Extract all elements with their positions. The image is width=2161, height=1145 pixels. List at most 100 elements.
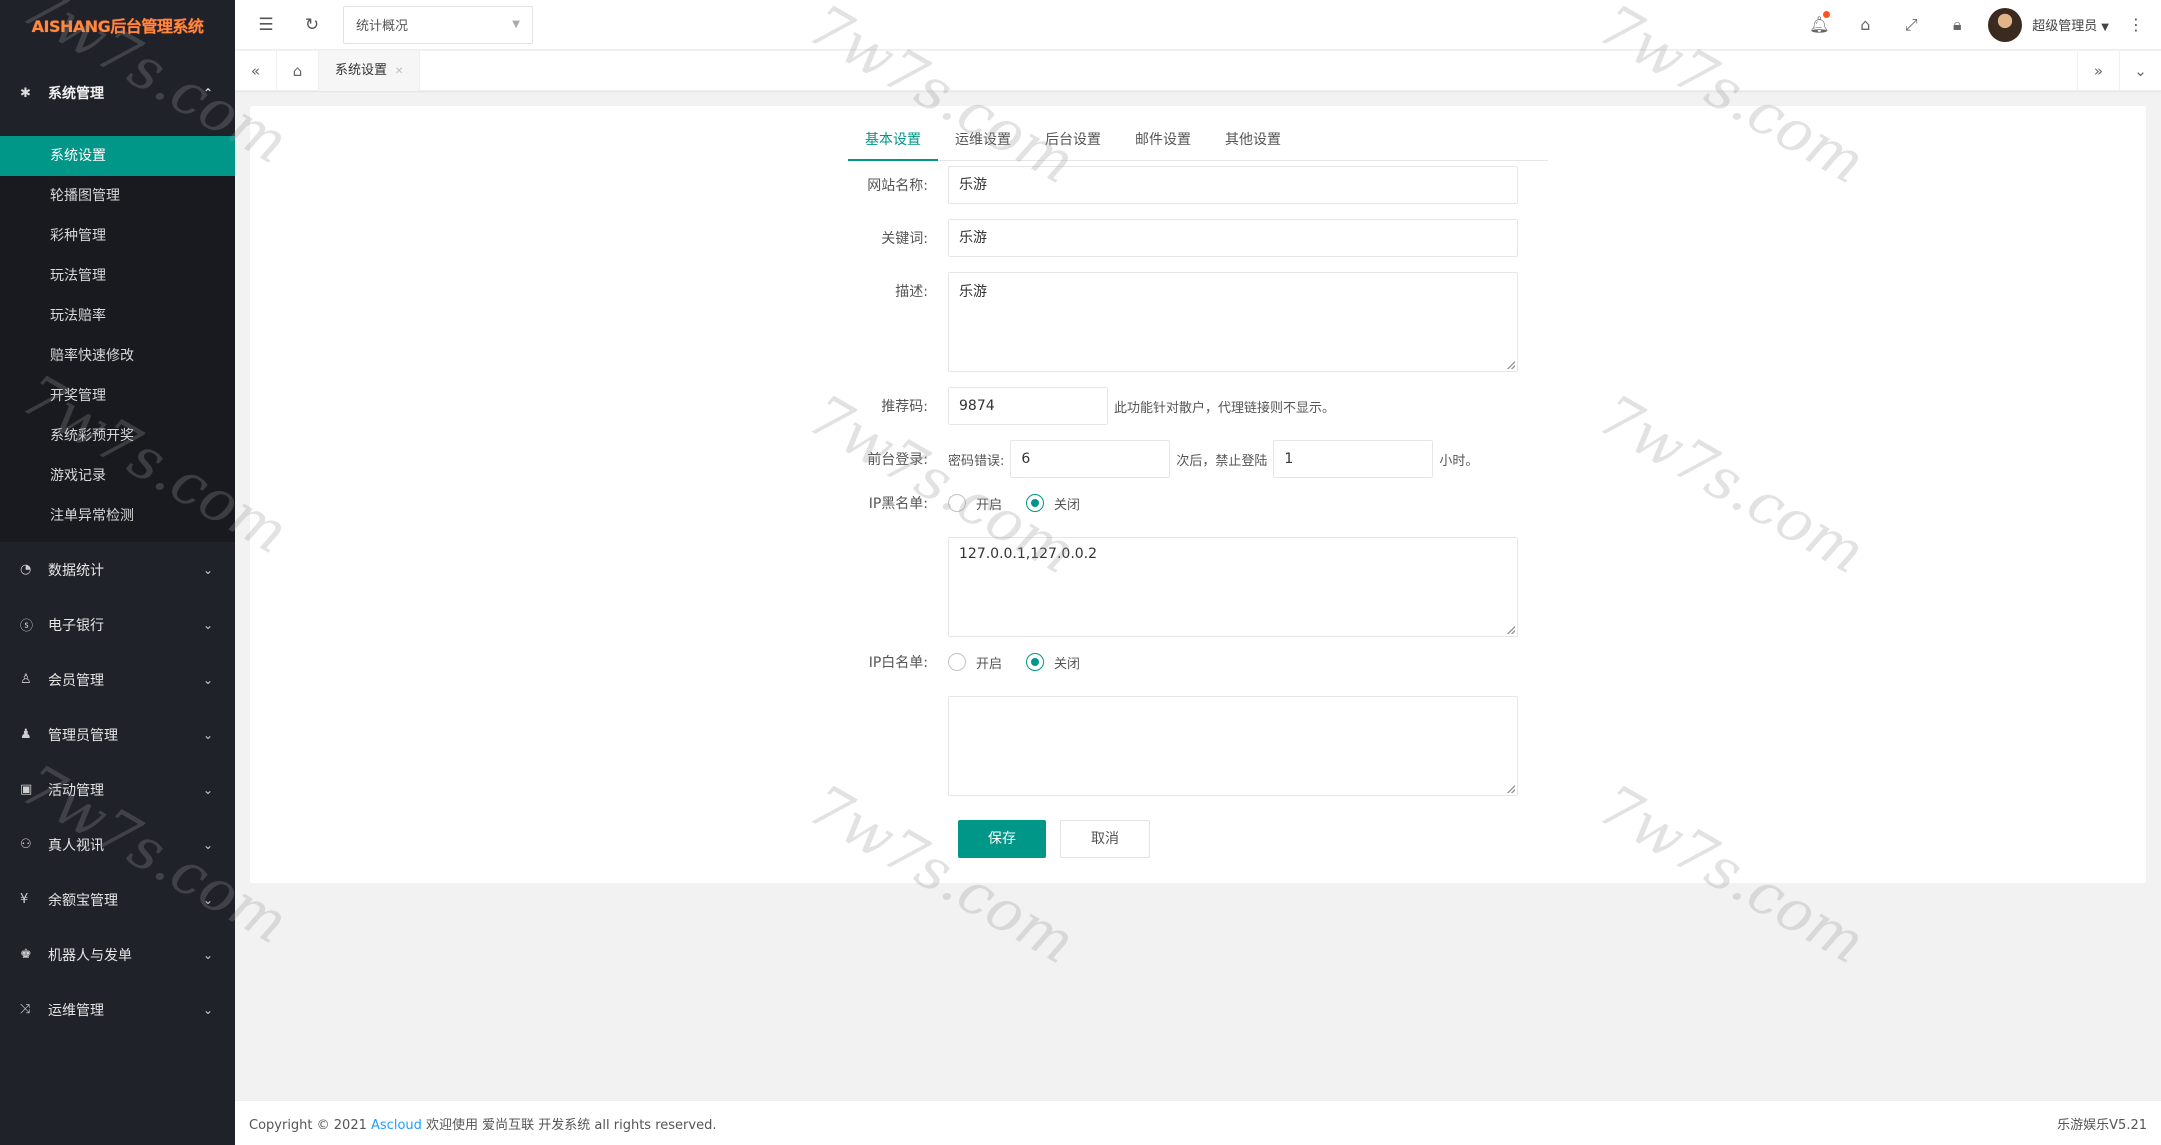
user-menu[interactable]: 超级管理员 ▼	[2032, 15, 2109, 34]
header-right: 🔔︎ ⌂ ⤢ 🔒︎ 超级管理员 ▼ ⋮	[1796, 7, 2161, 42]
sidebar-item-game-records[interactable]: 游戏记录	[0, 456, 235, 496]
radio-label: 关闭	[1054, 497, 1081, 513]
tab-label: 系统设置	[335, 62, 388, 78]
front-login-label: 前台登录:	[867, 452, 928, 468]
sidebar-group-label: 活动管理	[48, 782, 104, 799]
site-name-row: 网站名称: 乐游	[848, 166, 1518, 204]
sidebar-group-live-video[interactable]: ⚇ 真人视讯 ⌄	[0, 817, 235, 872]
hours-label: 小时。	[1439, 453, 1479, 469]
sidebar-group-statistics[interactable]: ◔ 数据统计 ⌄	[0, 542, 235, 597]
resize-handle[interactable]	[1507, 785, 1515, 793]
site-name-input[interactable]: 乐游	[948, 166, 1518, 204]
tab-basic-settings[interactable]: 基本设置	[848, 120, 938, 161]
bell-icon[interactable]: 🔔︎	[1796, 11, 1842, 34]
description-value: 乐游	[959, 284, 987, 300]
copyright: Copyright © 2021 Ascloud 欢迎使用 爱尚互联 开发系统 …	[249, 1114, 716, 1133]
sidebar-item-draw-management[interactable]: 开奖管理	[0, 376, 235, 416]
footer: Copyright © 2021 Ascloud 欢迎使用 爱尚互联 开发系统 …	[235, 1100, 2161, 1145]
resize-handle[interactable]	[1507, 361, 1515, 369]
tabbar-right: » ⌄	[2077, 50, 2161, 91]
form-actions: 保存 取消	[848, 820, 1150, 858]
lock-icon[interactable]: 🔒︎	[1934, 15, 1980, 35]
refresh-icon[interactable]: ↻	[289, 15, 335, 35]
referral-hint: 此功能针对散户，代理链接则不显示。	[1114, 400, 1336, 416]
site-name-label: 网站名称:	[867, 178, 928, 194]
tag-icon[interactable]: ⌂	[1842, 15, 1888, 34]
sidebar-group-members[interactable]: ♙ 会员管理 ⌄	[0, 652, 235, 707]
chevron-down-icon: ⌄	[202, 892, 213, 907]
save-button[interactable]: 保存	[958, 820, 1046, 858]
description-label: 描述:	[895, 284, 928, 300]
sidebar-item-play-odds[interactable]: 玩法赔率	[0, 296, 235, 336]
close-icon[interactable]: ✕	[395, 66, 403, 77]
sidebar-item-carousel[interactable]: 轮播图管理	[0, 176, 235, 216]
sidebar-item-odds-quick-edit[interactable]: 赔率快速修改	[0, 336, 235, 376]
description-textarea[interactable]: 乐游	[948, 272, 1518, 372]
referral-input[interactable]: 9874	[948, 387, 1108, 425]
user-icon: ♟	[20, 727, 32, 742]
users-icon: ♙	[20, 672, 32, 687]
footer-link[interactable]: Ascloud	[371, 1118, 422, 1133]
yen-icon: ¥	[20, 892, 29, 907]
tab-backend-settings[interactable]: 后台设置	[1028, 120, 1118, 161]
sidebar-group-label: 数据统计	[48, 562, 104, 579]
tab-other-settings[interactable]: 其他设置	[1208, 120, 1298, 161]
caret-down-icon: ▼	[2101, 22, 2109, 33]
pwd-error-input[interactable]: 6	[1010, 440, 1171, 478]
cancel-button[interactable]: 取消	[1060, 820, 1150, 858]
sidebar-group-robots[interactable]: ♚ 机器人与发单 ⌄	[0, 927, 235, 982]
page-select-value: 统计概况	[356, 19, 409, 34]
ip-whitelist-on-radio[interactable]: 开启	[948, 653, 1002, 672]
ip-whitelist-textarea[interactable]	[948, 696, 1518, 796]
tab-ops-settings[interactable]: 运维设置	[938, 120, 1028, 161]
chevron-down-icon: ⌄	[202, 782, 213, 797]
sidebar-group-system[interactable]: ✱ 系统管理 ⌃	[0, 50, 235, 136]
resize-handle[interactable]	[1507, 626, 1515, 634]
more-vertical-icon[interactable]: ⋮	[2121, 15, 2151, 34]
ip-blacklist-textarea[interactable]: 127.0.0.1,127.0.0.2	[948, 537, 1518, 637]
caret-down-icon: ▼	[512, 19, 520, 30]
menu-toggle-icon[interactable]: ☰	[243, 15, 289, 35]
settings-tabs: 基本设置 运维设置 后台设置 邮件设置 其他设置	[848, 120, 1548, 161]
fullscreen-icon[interactable]: ⤢	[1888, 15, 1934, 35]
sidebar-group-admins[interactable]: ♟ 管理员管理 ⌄	[0, 707, 235, 762]
sidebar-item-bet-anomaly[interactable]: 注单异常检测	[0, 496, 235, 536]
tab-system-settings[interactable]: 系统设置 ✕	[319, 50, 421, 91]
copyright-suffix: 欢迎使用 爱尚互联 开发系统 all rights reserved.	[426, 1117, 717, 1133]
avatar[interactable]	[1988, 7, 2023, 42]
ip-whitelist-row: IP白名单: 开启 关闭	[848, 652, 1104, 672]
keywords-input[interactable]: 乐游	[948, 219, 1518, 257]
radio-label: 开启	[976, 656, 1003, 672]
sidebar-group-ops[interactable]: ⤨ 运维管理 ⌄	[0, 982, 235, 1037]
sidebar-item-system-pre-draw[interactable]: 系统彩预开奖	[0, 416, 235, 456]
referral-row: 推荐码: 9874 此功能针对散户，代理链接则不显示。	[848, 387, 1335, 425]
page-select[interactable]: 统计概况 ▼	[343, 5, 533, 44]
chevron-down-icon: ⌄	[202, 947, 213, 962]
sidebar-item-play-methods[interactable]: 玩法管理	[0, 256, 235, 296]
pwd-error-label: 密码错误:	[948, 453, 1005, 469]
sidebar: AISHANG后台管理系统 ✱ 系统管理 ⌃ 系统设置 轮播图管理 彩种管理 玩…	[0, 0, 235, 1145]
scroll-left-icon[interactable]: «	[235, 50, 277, 91]
gear-icon: ✱	[20, 85, 31, 101]
sidebar-group-label: 电子银行	[48, 617, 104, 634]
sidebar-item-system-settings[interactable]: 系统设置	[0, 136, 235, 176]
ip-blacklist-textarea-row: 127.0.0.1,127.0.0.2	[848, 537, 1518, 637]
ip-whitelist-off-radio[interactable]: 关闭	[1026, 653, 1080, 672]
home-icon[interactable]: ⌂	[277, 50, 319, 91]
chevron-up-icon: ⌃	[202, 86, 213, 100]
sidebar-item-lottery-types[interactable]: 彩种管理	[0, 216, 235, 256]
page-tabbar: « ⌂ 系统设置 ✕ » ⌄	[235, 50, 2161, 91]
sidebar-group-ebank[interactable]: ⓢ 电子银行 ⌄	[0, 597, 235, 652]
ip-blacklist-label: IP黑名单:	[868, 496, 928, 512]
tab-mail-settings[interactable]: 邮件设置	[1118, 120, 1208, 161]
version: 乐游娱乐V5.21	[2057, 1117, 2147, 1133]
sidebar-group-yuebao[interactable]: ¥ 余额宝管理 ⌄	[0, 872, 235, 927]
chevron-down-icon[interactable]: ⌄	[2119, 50, 2161, 91]
ban-hours-input[interactable]: 1	[1273, 440, 1434, 478]
ip-blacklist-on-radio[interactable]: 开启	[948, 494, 1002, 513]
notification-dot	[1823, 11, 1831, 18]
radio-circle	[948, 494, 966, 512]
sidebar-group-activities[interactable]: ▣ 活动管理 ⌄	[0, 762, 235, 817]
scroll-right-icon[interactable]: »	[2077, 50, 2119, 91]
ip-blacklist-off-radio[interactable]: 关闭	[1026, 494, 1080, 513]
